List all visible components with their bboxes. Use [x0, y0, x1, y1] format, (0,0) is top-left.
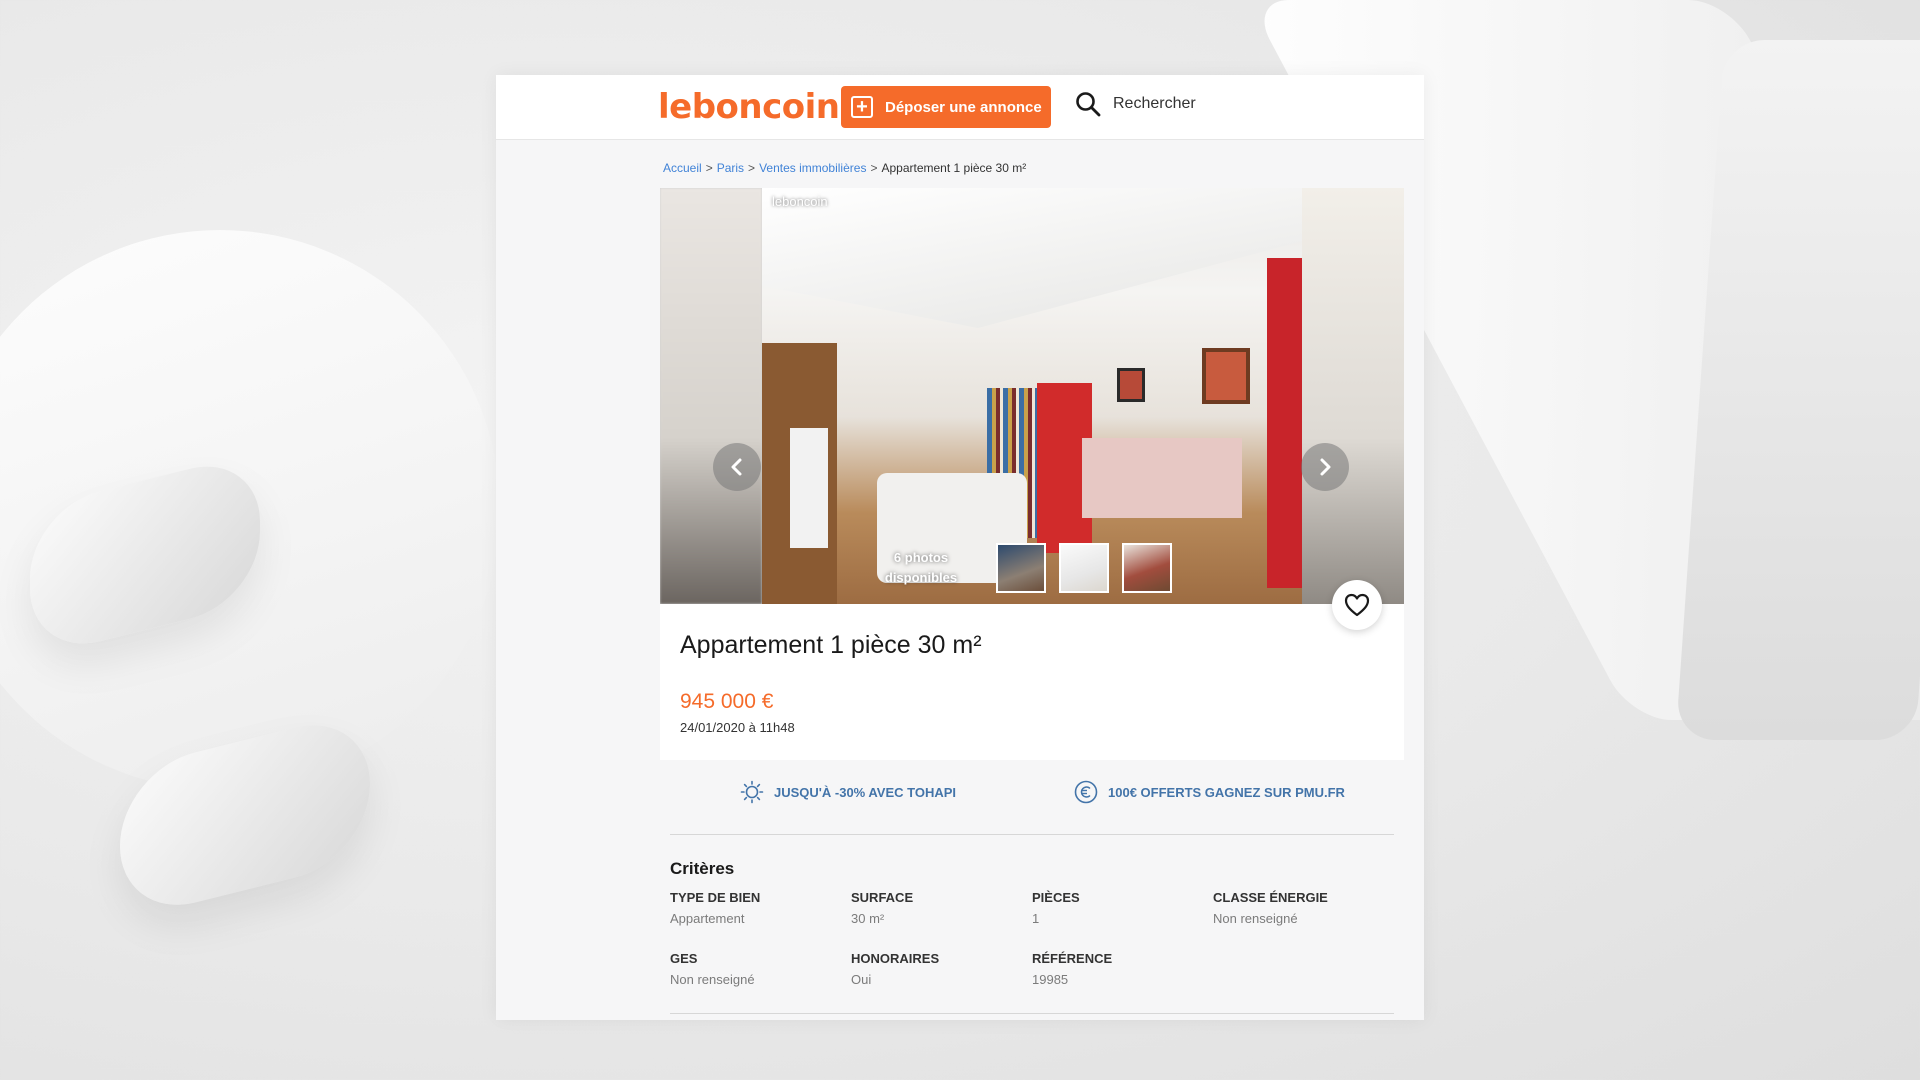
section-divider	[670, 1013, 1394, 1014]
main-photo[interactable]: leboncoin	[762, 188, 1302, 604]
search-label: Rechercher	[1113, 95, 1196, 112]
breadcrumb: Accueil > Paris > Ventes immobilières > Appart…	[663, 161, 1027, 175]
criteria-value: 19985	[1032, 972, 1069, 987]
listing-date: 24/01/2020 à 11h48	[680, 720, 795, 735]
criteria-value: Oui	[851, 972, 872, 987]
criteria-label: RÉFÉRENCE	[1032, 951, 1113, 966]
photo-gallery: leboncoin 6 photos disponibles	[660, 188, 1404, 604]
breadcrumb-link-home[interactable]: Accueil	[663, 161, 702, 175]
euro-icon	[1074, 780, 1098, 804]
breadcrumb-current: Appartement 1 pièce 30 m²	[881, 161, 1027, 175]
criteria-item: HONORAIRES Oui	[851, 951, 1021, 987]
promo-link[interactable]: JUSQU'À -30% AVEC TOHAPI	[740, 780, 956, 804]
site-header: leboncoin + Déposer une annonce Recherch…	[496, 75, 1424, 140]
listing-price: 945 000 €	[680, 690, 774, 713]
criteria-item: RÉFÉRENCE 19985	[1032, 951, 1202, 987]
criteria-item: PIÈCES 1	[1032, 890, 1202, 926]
criteria-item: SURFACE 30 m²	[851, 890, 1021, 926]
chevron-left-icon	[731, 458, 742, 476]
previous-photo-button[interactable]	[713, 443, 761, 491]
post-ad-button[interactable]: + Déposer une annonce	[841, 86, 1051, 128]
photo-thumbnail[interactable]	[996, 543, 1046, 593]
promo-bar: JUSQU'À -30% AVEC TOHAPI 100€ OFFERTS GA…	[660, 780, 1404, 816]
criteria-label: CLASSE ÉNERGIE	[1213, 890, 1328, 905]
criteria-item: CLASSE ÉNERGIE Non renseigné	[1213, 890, 1383, 926]
criteria-value: Non renseigné	[1213, 911, 1298, 926]
criteria-heading: Critères	[670, 859, 735, 878]
favorite-button[interactable]	[1332, 580, 1382, 630]
promo-link[interactable]: 100€ OFFERTS GAGNEZ SUR PMU.FR	[1074, 780, 1345, 804]
photo-thumbnail[interactable]	[1122, 543, 1172, 593]
sun-icon	[740, 780, 764, 804]
criteria-value: Non renseigné	[670, 972, 755, 987]
search-button[interactable]: Rechercher	[1075, 91, 1196, 117]
heart-icon	[1344, 593, 1370, 617]
section-divider	[670, 834, 1394, 835]
criteria-label: GES	[670, 951, 698, 966]
photo-thumbnail[interactable]	[1059, 543, 1109, 593]
listing-page: leboncoin + Déposer une annonce Recherch…	[496, 75, 1424, 1020]
previous-photo-preview	[660, 188, 762, 604]
criteria-label: HONORAIRES	[851, 951, 940, 966]
criteria-label: SURFACE	[851, 890, 914, 905]
promo-label: JUSQU'À -30% AVEC TOHAPI	[774, 784, 956, 800]
photos-count[interactable]: 6 photos disponibles	[875, 548, 967, 588]
criteria-label: PIÈCES	[1032, 890, 1080, 905]
search-icon	[1076, 92, 1101, 117]
listing-summary: Appartement 1 pièce 30 m² 945 000 € 24/0…	[660, 604, 1404, 760]
chevron-right-icon	[1320, 458, 1331, 476]
listing-title: Appartement 1 pièce 30 m²	[680, 631, 982, 659]
breadcrumb-link-city[interactable]: Paris	[717, 161, 744, 175]
criteria-item: TYPE DE BIEN Appartement	[670, 890, 840, 926]
photo-watermark: leboncoin	[772, 194, 828, 209]
criteria-item: GES Non renseigné	[670, 951, 840, 987]
next-photo-preview	[1302, 188, 1404, 604]
criteria-label: TYPE DE BIEN	[670, 890, 761, 905]
criteria-value: Appartement	[670, 911, 745, 926]
plus-icon: +	[851, 96, 873, 118]
criteria-value: 30 m²	[851, 911, 885, 926]
criteria-value: 1	[1032, 911, 1040, 926]
breadcrumb-link-category[interactable]: Ventes immobilières	[759, 161, 866, 175]
site-logo[interactable]: leboncoin	[658, 87, 840, 127]
next-photo-button[interactable]	[1301, 443, 1349, 491]
promo-label: 100€ OFFERTS GAGNEZ SUR PMU.FR	[1108, 784, 1345, 800]
post-ad-label: Déposer une annonce	[885, 98, 1042, 116]
